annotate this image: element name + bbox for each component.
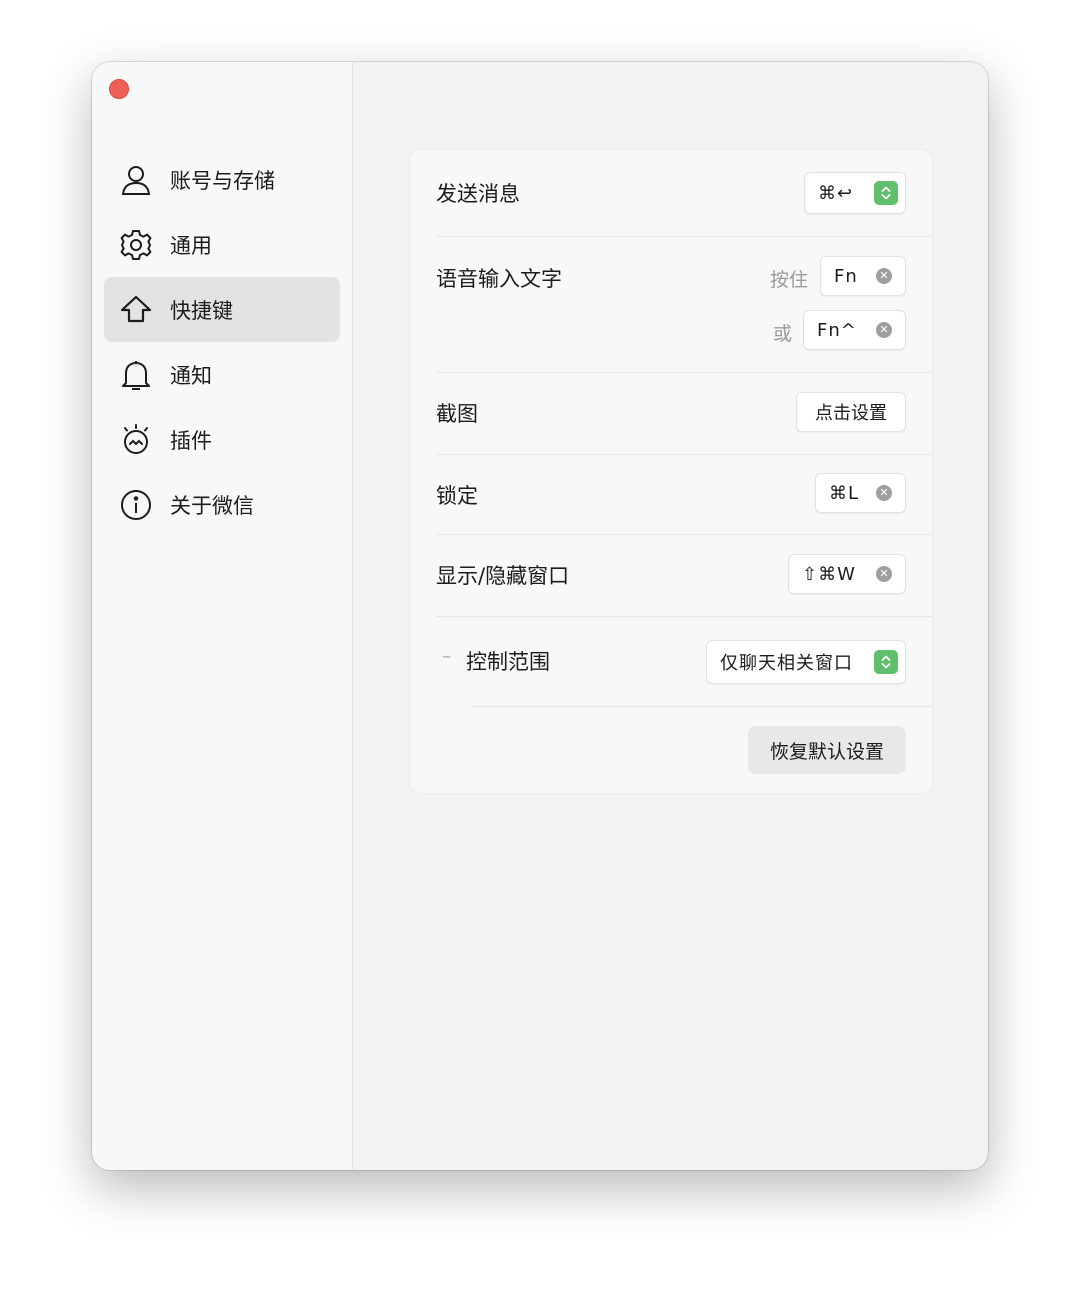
bell-icon (118, 357, 154, 393)
lock-label: 锁定 (436, 484, 478, 508)
scope-select[interactable]: 仅聊天相关窗口 (706, 640, 906, 684)
shortcut-icon (118, 292, 154, 328)
shortcut-row-send-message: 发送消息 ⌘↩ (436, 150, 932, 237)
sidebar-item-label: 插件 (170, 428, 212, 453)
shortcut-row-show-hide: 显示/隐藏窗口 ⇧⌘W ✕ (436, 534, 932, 617)
shortcut-row-scope: – 控制范围 仅聊天相关窗口 (442, 616, 932, 707)
clear-icon[interactable]: ✕ (876, 566, 892, 582)
screenshot-set-button[interactable]: 点击设置 (796, 392, 906, 432)
scope-label: 控制范围 (466, 650, 550, 674)
shortcut-row-lock: 锁定 ⌘L ✕ (436, 454, 932, 535)
sidebar-item-label: 快捷键 (170, 298, 233, 323)
screenshot-action-label: 点击设置 (815, 403, 887, 424)
send-message-key-select[interactable]: ⌘↩ (804, 172, 906, 214)
scope-value: 仅聊天相关窗口 (720, 653, 853, 674)
show-hide-key-field[interactable]: ⇧⌘W ✕ (788, 554, 906, 594)
sidebar-item-label: 通用 (170, 233, 212, 258)
or-label: 或 (772, 323, 792, 345)
sidebar-item-label: 通知 (170, 363, 212, 388)
settings-window: 账号与存储 通用 快捷键 通知 插件 关于微信 发送消息 ⌘↩ 语音输入文字 按… (92, 62, 988, 1170)
voice-input-alt-key-field[interactable]: Fn^ ✕ (803, 310, 906, 350)
person-icon (118, 162, 154, 198)
clear-icon[interactable]: ✕ (876, 322, 892, 338)
sidebar-item-general[interactable]: 通用 (104, 212, 340, 277)
sidebar-nav: 账号与存储 通用 快捷键 通知 插件 关于微信 (104, 147, 340, 537)
sidebar-item-label: 关于微信 (170, 493, 254, 518)
send-message-keys: ⌘↩ (818, 182, 854, 204)
send-message-label: 发送消息 (436, 182, 520, 206)
chevron-updown-icon (874, 181, 898, 205)
plugin-icon (118, 422, 154, 458)
screenshot-label: 截图 (436, 402, 478, 426)
show-hide-keys: ⇧⌘W (802, 563, 856, 585)
shortcut-row-voice-input: 语音输入文字 按住 Fn ✕ 或 Fn^ ✕ (436, 236, 932, 373)
gear-icon (118, 227, 154, 263)
show-hide-label: 显示/隐藏窗口 (436, 564, 570, 588)
sidebar-item-plugins[interactable]: 插件 (104, 407, 340, 472)
clear-icon[interactable]: ✕ (876, 485, 892, 501)
sidebar-item-label: 账号与存储 (170, 168, 275, 193)
sidebar-item-shortcuts[interactable]: 快捷键 (104, 277, 340, 342)
sidebar-item-account-storage[interactable]: 账号与存储 (104, 147, 340, 212)
clear-icon[interactable]: ✕ (876, 268, 892, 284)
shortcut-row-screenshot: 截图 点击设置 (436, 372, 932, 455)
lock-key-field[interactable]: ⌘L ✕ (815, 473, 906, 513)
reset-defaults-button[interactable]: 恢复默认设置 (748, 726, 906, 774)
hold-label: 按住 (769, 269, 808, 291)
shortcuts-panel: 发送消息 ⌘↩ 语音输入文字 按住 Fn ✕ 或 Fn^ ✕ 截图 点击设置 锁… (409, 149, 933, 794)
scope-dash: – (442, 645, 452, 667)
info-icon (118, 487, 154, 523)
sidebar-item-about[interactable]: 关于微信 (104, 472, 340, 537)
lock-keys: ⌘L (829, 482, 860, 504)
voice-input-label: 语音输入文字 (436, 267, 562, 291)
sidebar-item-notifications[interactable]: 通知 (104, 342, 340, 407)
voice-input-keys: Fn (834, 265, 858, 287)
chevron-updown-icon (874, 650, 898, 674)
main-content: 发送消息 ⌘↩ 语音输入文字 按住 Fn ✕ 或 Fn^ ✕ 截图 点击设置 锁… (353, 62, 988, 1170)
voice-input-key-field[interactable]: Fn ✕ (820, 256, 906, 296)
voice-input-alt-keys: Fn^ (817, 319, 857, 341)
sidebar: 账号与存储 通用 快捷键 通知 插件 关于微信 (92, 62, 353, 1170)
close-window-button[interactable] (109, 79, 129, 99)
